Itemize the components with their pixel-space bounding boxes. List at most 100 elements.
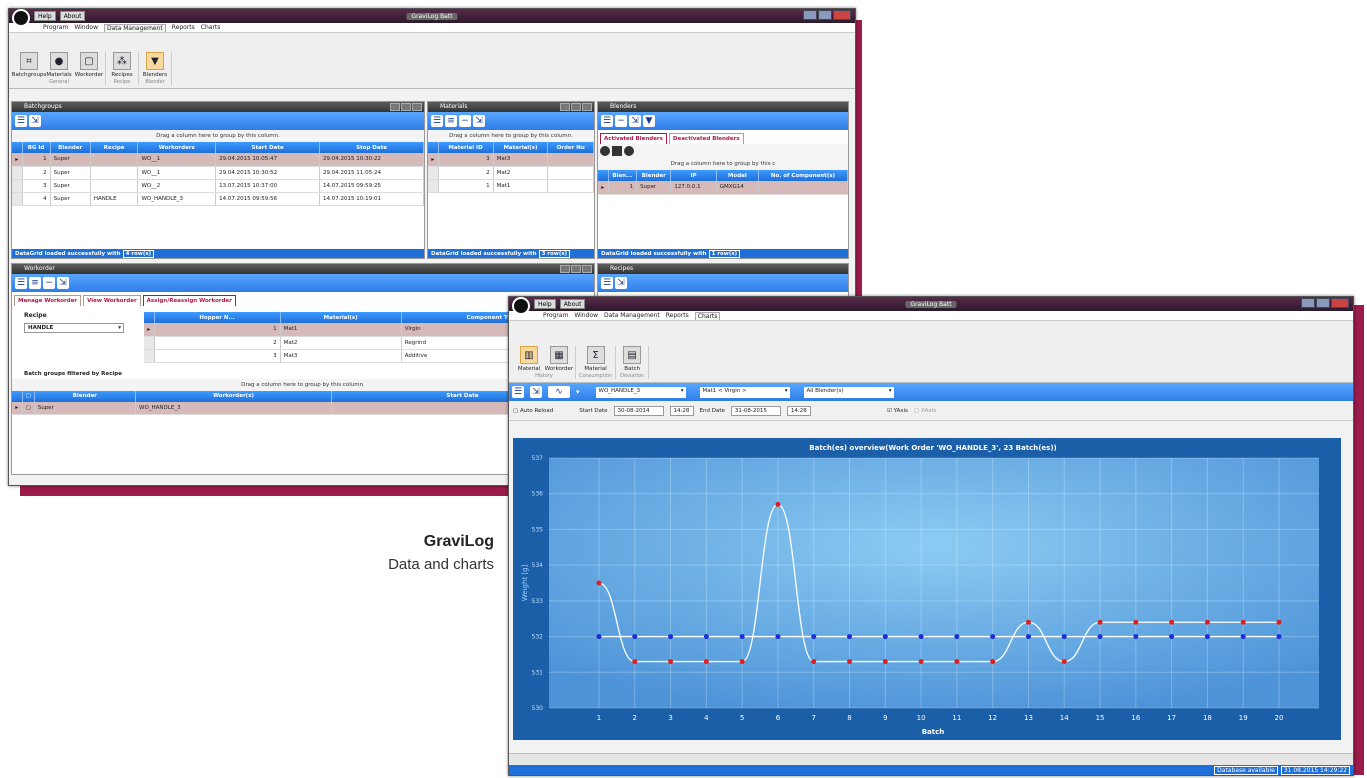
blender-icon[interactable]: ▼ — [643, 115, 655, 127]
column-header[interactable]: Model — [716, 170, 760, 181]
maximize-button[interactable] — [401, 103, 411, 111]
menu-reports[interactable]: Reports — [666, 312, 689, 319]
app-logo[interactable] — [12, 9, 30, 27]
table-row[interactable]: ▸ 1 Super WO__1 29.04.2015 10:05:47 29.04.201… — [12, 153, 424, 167]
add-icon[interactable]: ≡ — [29, 277, 41, 289]
export-icon[interactable]: ⇲ — [615, 277, 627, 289]
group-drop-area[interactable]: Drag a column here to group by this c — [598, 158, 848, 170]
auto-reload-checkbox[interactable]: ▢ Auto Reload — [513, 408, 553, 414]
minimize-button[interactable] — [803, 10, 817, 20]
table-row[interactable]: ▸ 3 Mat3 — [428, 153, 594, 167]
close-button[interactable] — [412, 103, 422, 111]
tab-activated-blenders[interactable]: Activated Blenders — [600, 133, 667, 144]
blenders-button[interactable]: ▼ Blenders — [142, 52, 168, 78]
batchgroups-button[interactable]: ⌗ Batchgroups — [12, 52, 46, 78]
column-header[interactable]: Recipe — [90, 142, 139, 153]
group-drop-area[interactable]: Drag a column here to group by this colu… — [12, 130, 424, 142]
recipe-select[interactable]: HANDLE ▾ — [24, 323, 124, 333]
tab-manage-workorder[interactable]: Manage Workorder — [14, 295, 82, 306]
material-select[interactable]: Mat1 < Virgin > ▾ — [699, 386, 790, 398]
table-row[interactable]: 4 Super HANDLE WO_HANDLE_3 14.07.2015 09:59:… — [12, 192, 424, 206]
row-checkbox[interactable]: ▢ — [22, 401, 35, 415]
table-row[interactable]: 2 Mat2 — [428, 166, 594, 180]
help-button[interactable]: Help — [34, 11, 56, 21]
table-row[interactable]: ▸▢SuperWO_HANDLE_314.07.2015 09:59:56 — [12, 401, 595, 415]
xaxis-checkbox[interactable]: ▢ XAxis — [914, 408, 936, 414]
workorder-select[interactable]: WO_HANDLE_3 ▾ — [595, 386, 686, 398]
column-header[interactable]: Material ID — [438, 142, 494, 153]
column-header[interactable]: Workorders — [137, 142, 217, 153]
database-icon[interactable]: ☰ — [431, 115, 443, 127]
column-header[interactable]: Blender — [50, 142, 91, 153]
table-row[interactable]: 2 Super WO__1 29.04.2015 10:30:52 29.04.2015… — [12, 166, 424, 180]
menu-program[interactable]: Program — [543, 312, 568, 319]
about-button[interactable]: About — [59, 11, 86, 21]
column-header[interactable]: Hopper N... — [154, 312, 281, 323]
minimize-button[interactable] — [560, 265, 570, 273]
column-header[interactable]: Stop Date — [319, 142, 424, 153]
export-icon[interactable]: ⇲ — [473, 115, 485, 127]
export-icon[interactable]: ⇲ — [629, 115, 641, 127]
database-icon[interactable]: ☰ — [601, 277, 613, 289]
material-consumption-button[interactable]: Σ Material — [583, 346, 609, 372]
menu-charts[interactable]: Charts — [694, 311, 721, 320]
add-icon[interactable]: ≡ — [445, 115, 457, 127]
close-button[interactable] — [582, 265, 592, 273]
maximize-button[interactable] — [571, 265, 581, 273]
menu-data-management[interactable]: Data Management — [604, 312, 660, 319]
end-date-input[interactable]: 31-08-2015 — [730, 405, 781, 416]
column-header[interactable]: Blen... — [608, 170, 638, 181]
tab-view-workorder[interactable]: View Workorder — [83, 295, 141, 306]
close-button[interactable] — [1331, 298, 1349, 308]
menu-data-management[interactable]: Data Management — [104, 23, 166, 32]
minimize-button[interactable] — [560, 103, 570, 111]
database-icon[interactable]: ☰ — [601, 115, 613, 127]
batch-deviation-button[interactable]: ▤ Batch — [619, 346, 645, 372]
chevron-down-icon[interactable]: ▾ — [576, 388, 580, 396]
refresh-icon[interactable] — [600, 146, 610, 156]
start-time-input[interactable]: 14:28 — [669, 405, 694, 416]
menu-program[interactable]: Program — [43, 24, 68, 31]
tab-deactivated-blenders[interactable]: Deactivated Blenders — [668, 133, 744, 144]
database-icon[interactable]: ☰ — [15, 277, 27, 289]
close-button[interactable] — [833, 10, 851, 20]
column-header[interactable]: Order Nu — [547, 142, 594, 153]
app-logo[interactable] — [512, 297, 530, 315]
export-icon[interactable]: ⇲ — [530, 386, 542, 398]
yaxis-checkbox[interactable]: ☑ YAxis — [887, 408, 908, 414]
minimize-button[interactable] — [390, 103, 400, 111]
about-button[interactable]: About — [559, 299, 586, 309]
table-row[interactable]: 1 Mat1 — [428, 179, 594, 193]
close-button[interactable] — [582, 103, 592, 111]
help-button[interactable]: Help — [534, 299, 556, 309]
recipes-button[interactable]: ⁂ Recipes — [109, 52, 135, 78]
column-header[interactable]: No. of Component(s) — [758, 170, 848, 181]
export-icon[interactable]: ⇲ — [57, 277, 69, 289]
database-icon[interactable]: ☰ — [15, 115, 27, 127]
select-all-checkbox[interactable]: ▢ — [22, 390, 35, 402]
maximize-button[interactable] — [1316, 298, 1330, 308]
delete-icon[interactable]: − — [43, 277, 55, 289]
menu-window[interactable]: Window — [574, 312, 598, 319]
database-icon[interactable]: ☰ — [512, 386, 524, 398]
tab-assign-workorder[interactable]: Assign/Reassign Workorder — [142, 295, 236, 306]
materials-button[interactable]: ● Materials — [46, 52, 72, 78]
column-header[interactable]: BG Id — [22, 142, 51, 153]
table-row[interactable]: 3 Super WO__2 13.07.2015 10:37:00 14.07.2015… — [12, 179, 424, 193]
horizontal-scrollbar[interactable] — [509, 753, 1353, 765]
column-header[interactable]: Blender — [636, 170, 672, 181]
column-header[interactable]: IP — [670, 170, 717, 181]
group-drop-area[interactable]: Drag a column here to group by this colu… — [12, 378, 594, 391]
line-chart-icon[interactable]: ∿ — [548, 386, 570, 398]
add-icon[interactable] — [624, 146, 634, 156]
table-row[interactable]: ▸ 1 Super 127.0.0.1 GMXG14 — [598, 181, 848, 195]
column-header[interactable]: Start Date — [215, 142, 321, 153]
column-header[interactable]: Material(s) — [493, 142, 549, 153]
delete-icon[interactable]: − — [615, 115, 627, 127]
edit-icon[interactable] — [612, 146, 622, 156]
group-drop-area[interactable]: Drag a column here to group by this colu… — [428, 130, 594, 142]
column-header[interactable]: Material(s) — [280, 312, 402, 323]
material-history-button[interactable]: ▥ Material — [516, 346, 542, 372]
workorder-history-button[interactable]: ▦ Workorder — [545, 346, 573, 372]
menu-charts[interactable]: Charts — [201, 24, 221, 31]
